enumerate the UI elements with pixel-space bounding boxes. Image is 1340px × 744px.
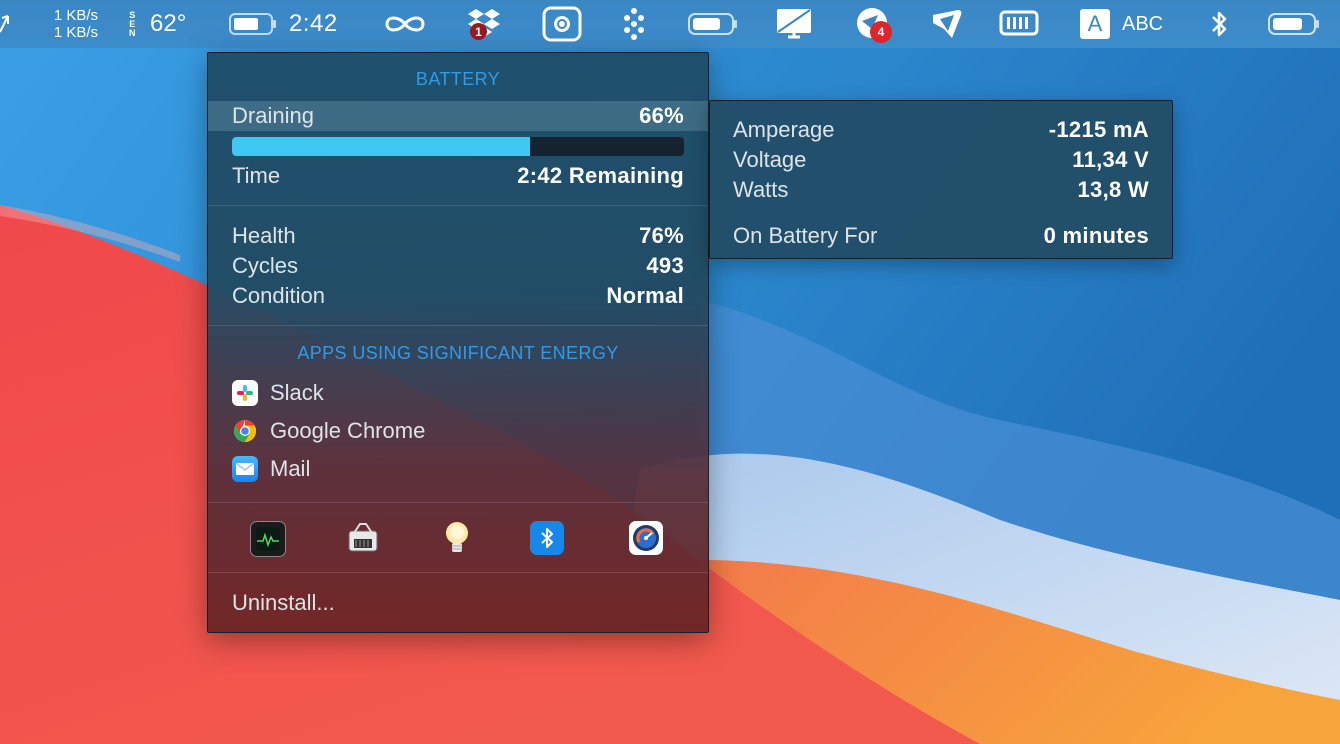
cycles-label: Cycles — [232, 253, 299, 278]
battery-state-label: Draining — [232, 103, 314, 128]
input-source-letter-icon: A — [1080, 9, 1110, 39]
app-name: Mail — [270, 456, 311, 481]
cycles-row: Cycles 493 — [232, 252, 684, 280]
battery-section-title: BATTERY — [415, 69, 501, 89]
activity-monitor-icon[interactable] — [250, 521, 286, 557]
apps-section-title: APPS USING SIGNIFICANT ENERGY — [297, 343, 619, 363]
battery-popover: BATTERY Draining 66% Time 2:42 Remaining… — [207, 52, 709, 633]
network-arrow-icon[interactable] — [0, 0, 10, 48]
on-battery-value: 0 minutes — [1043, 223, 1149, 248]
battery-charge-bar — [232, 137, 684, 156]
amperage-row: Amperage -1215 mA — [733, 116, 1149, 144]
display-icon[interactable] — [776, 0, 812, 48]
condition-row: Condition Normal — [232, 282, 684, 310]
input-source-menu[interactable]: A ABC — [1080, 0, 1163, 48]
time-row: Time 2:42 Remaining — [232, 162, 684, 190]
battery-icon[interactable] — [229, 0, 277, 48]
section-divider — [208, 502, 708, 503]
cycles-value: 493 — [646, 253, 684, 278]
chrome-icon — [232, 418, 258, 444]
battery-details-popover: Amperage -1215 mA Voltage 11,34 V Watts … — [709, 100, 1173, 259]
on-battery-label: On Battery For — [733, 223, 878, 248]
mail-icon — [232, 456, 258, 482]
section-divider — [208, 572, 708, 573]
health-row: Health 76% — [232, 222, 684, 250]
network-speed-meter[interactable]: 1 KB/s 1 KB/s — [38, 0, 98, 48]
voltage-label: Voltage — [733, 147, 807, 172]
app-name: Google Chrome — [270, 418, 426, 443]
screenshot-icon[interactable] — [542, 0, 582, 48]
watts-value: 13,8 W — [1077, 177, 1149, 202]
battery-time-remaining[interactable]: 2:42 — [289, 0, 338, 48]
app-name: Slack — [270, 380, 324, 405]
battery-percent-value: 66% — [639, 103, 684, 128]
notification-icon[interactable]: 4 — [856, 0, 892, 48]
app-row-mail[interactable]: Mail — [232, 456, 310, 482]
app-row-chrome[interactable]: Google Chrome — [232, 418, 425, 444]
uninstall-menu-item[interactable]: Uninstall... — [232, 590, 335, 616]
bluetooth-icon[interactable] — [530, 521, 564, 555]
window-manager-icon[interactable] — [930, 0, 964, 48]
app-row-slack[interactable]: Slack — [232, 380, 324, 406]
compass-indicator: S E N — [129, 0, 136, 48]
voltage-row: Voltage 11,34 V — [733, 146, 1149, 174]
input-source-label: ABC — [1122, 12, 1164, 35]
battery-status-icon[interactable] — [688, 0, 740, 48]
condition-label: Condition — [232, 283, 325, 308]
system-battery-icon[interactable] — [1268, 0, 1322, 48]
health-label: Health — [232, 223, 296, 248]
watts-label: Watts — [733, 177, 789, 202]
slack-icon — [232, 380, 258, 406]
infinity-icon[interactable] — [381, 0, 429, 48]
voltage-value: 11,34 V — [1072, 147, 1149, 172]
dropbox-icon[interactable]: 1 — [468, 0, 510, 48]
notification-count-badge: 4 — [870, 21, 892, 43]
battery-charge-bar-fill — [232, 137, 531, 156]
menu-bar: 1 KB/s 1 KB/s S E N 62° 2:42 1 4 A ABC — [0, 0, 1340, 48]
section-divider — [208, 325, 708, 326]
on-battery-row: On Battery For 0 minutes — [733, 222, 1149, 250]
time-remaining-value: 2:42 Remaining — [517, 163, 684, 188]
network-download-speed: 1 KB/s — [53, 24, 98, 41]
health-value: 76% — [639, 223, 684, 248]
bluetooth-menubar-icon[interactable] — [1210, 0, 1228, 48]
istat-menus-icon[interactable] — [629, 521, 663, 555]
magnet-grid-icon[interactable] — [621, 0, 647, 48]
amperage-label: Amperage — [733, 117, 835, 142]
dropbox-notification-badge: 1 — [470, 23, 487, 40]
section-divider — [208, 205, 708, 206]
condition-value: Normal — [606, 283, 684, 308]
system-information-icon[interactable] — [346, 521, 380, 555]
watts-row: Watts 13,8 W — [733, 176, 1149, 204]
amperage-value: -1215 mA — [1048, 117, 1149, 142]
light-bulb-icon[interactable] — [440, 521, 474, 555]
compass-letter-n: N — [129, 27, 136, 38]
draining-row[interactable]: Draining 66% — [232, 102, 684, 130]
network-upload-speed: 1 KB/s — [53, 7, 98, 24]
weather-temperature[interactable]: 62° — [150, 0, 186, 48]
memory-icon[interactable] — [999, 0, 1039, 48]
time-label: Time — [232, 163, 281, 188]
